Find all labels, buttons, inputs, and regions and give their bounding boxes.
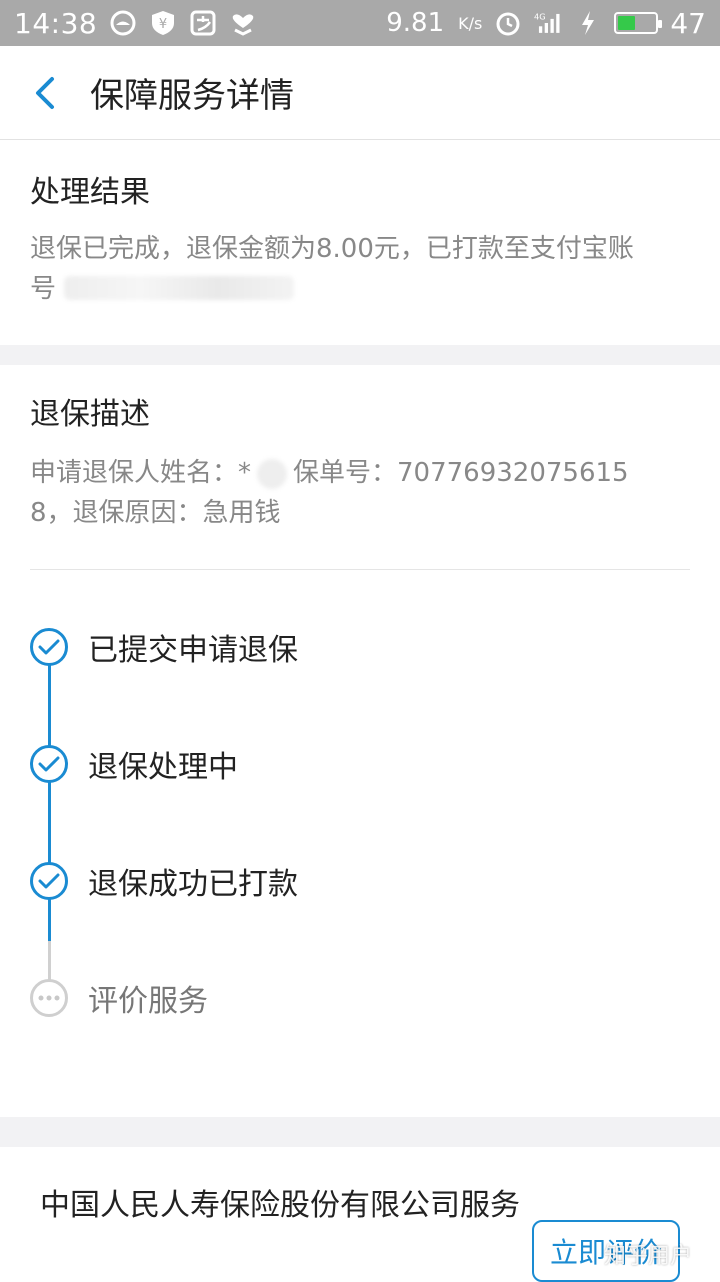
- header: 保障服务详情: [0, 46, 720, 140]
- result-title: 处理结果: [30, 175, 150, 210]
- timeline-step: 退保成功已打款: [30, 861, 298, 902]
- result-text: 退保已完成，退保金额为8.00元，已打款至支付宝账 号: [30, 229, 690, 309]
- section-separator: [0, 345, 720, 365]
- result-text-cont: 号: [30, 274, 57, 304]
- battery-icon: [614, 12, 663, 34]
- section-separator: [0, 1117, 720, 1147]
- policy-text: 保单号：70776932075615: [293, 458, 629, 488]
- face-icon: [109, 9, 137, 37]
- chevron-left-icon: [36, 76, 54, 109]
- timeline-label: 已提交申请退保: [88, 633, 298, 668]
- signal-4g-icon: 4G: [534, 9, 562, 37]
- yen-shield-icon: ¥: [149, 9, 177, 37]
- result-text-line: 退保已完成，退保金额为8.00元，已打款至支付宝账: [30, 234, 634, 264]
- timeline-label: 退保处理中: [88, 750, 238, 785]
- company-name: 中国人民人寿保险股份有限公司服务: [40, 1188, 520, 1223]
- charging-bolt-icon: [574, 9, 602, 37]
- status-right: 9.81 K/s 4G 47: [386, 7, 706, 40]
- timeline-step: 退保处理中: [30, 744, 238, 785]
- battery-level: 47: [670, 6, 706, 40]
- svg-text:¥: ¥: [159, 17, 167, 32]
- applicant-label: 申请退保人姓名：*: [30, 458, 252, 488]
- alarm-clock-icon: [494, 9, 522, 37]
- page-title: 保障服务详情: [90, 76, 294, 116]
- redacted-name: [257, 458, 288, 489]
- signal-4g-label: 4G: [534, 12, 546, 22]
- download-heart-icon: [229, 9, 257, 37]
- timeline-step[interactable]: 评价服务: [30, 978, 208, 1019]
- net-speed-unit: K/s: [458, 13, 483, 33]
- alipay-icon: [189, 9, 217, 37]
- status-left: 14:38 ¥: [14, 7, 257, 40]
- description-line2: 8，退保原因：急用钱: [30, 498, 281, 528]
- timeline-step: 已提交申请退保: [30, 627, 298, 668]
- watermark: 知乎用户: [604, 1244, 693, 1269]
- status-bar: 14:38 ¥ 9.81 K/s 4G 47: [0, 0, 720, 46]
- battery-fill: [618, 16, 636, 30]
- description-title: 退保描述: [30, 397, 150, 432]
- progress-timeline: 已提交申请退保 退保处理中 退保成功已打款 评价服务: [30, 627, 690, 1047]
- timeline-label: 退保成功已打款: [88, 867, 298, 902]
- more-dots-icon: [30, 979, 68, 1017]
- result-section: 处理结果 退保已完成，退保金额为8.00元，已打款至支付宝账 号: [0, 141, 720, 345]
- divider: [30, 569, 690, 570]
- check-circle-icon: [30, 628, 68, 666]
- status-time: 14:38: [14, 6, 98, 40]
- timeline-label: 评价服务: [88, 984, 208, 1019]
- net-speed: 9.81: [386, 8, 445, 38]
- back-button[interactable]: [0, 46, 90, 140]
- redacted-account: [64, 275, 295, 300]
- check-circle-icon: [30, 745, 68, 783]
- description-section: 退保描述 申请退保人姓名：* 保单号：70776932075615 8，退保原因：…: [0, 365, 720, 1115]
- description-text: 申请退保人姓名：* 保单号：70776932075615 8，退保原因：急用钱: [30, 453, 690, 533]
- check-circle-icon: [30, 862, 68, 900]
